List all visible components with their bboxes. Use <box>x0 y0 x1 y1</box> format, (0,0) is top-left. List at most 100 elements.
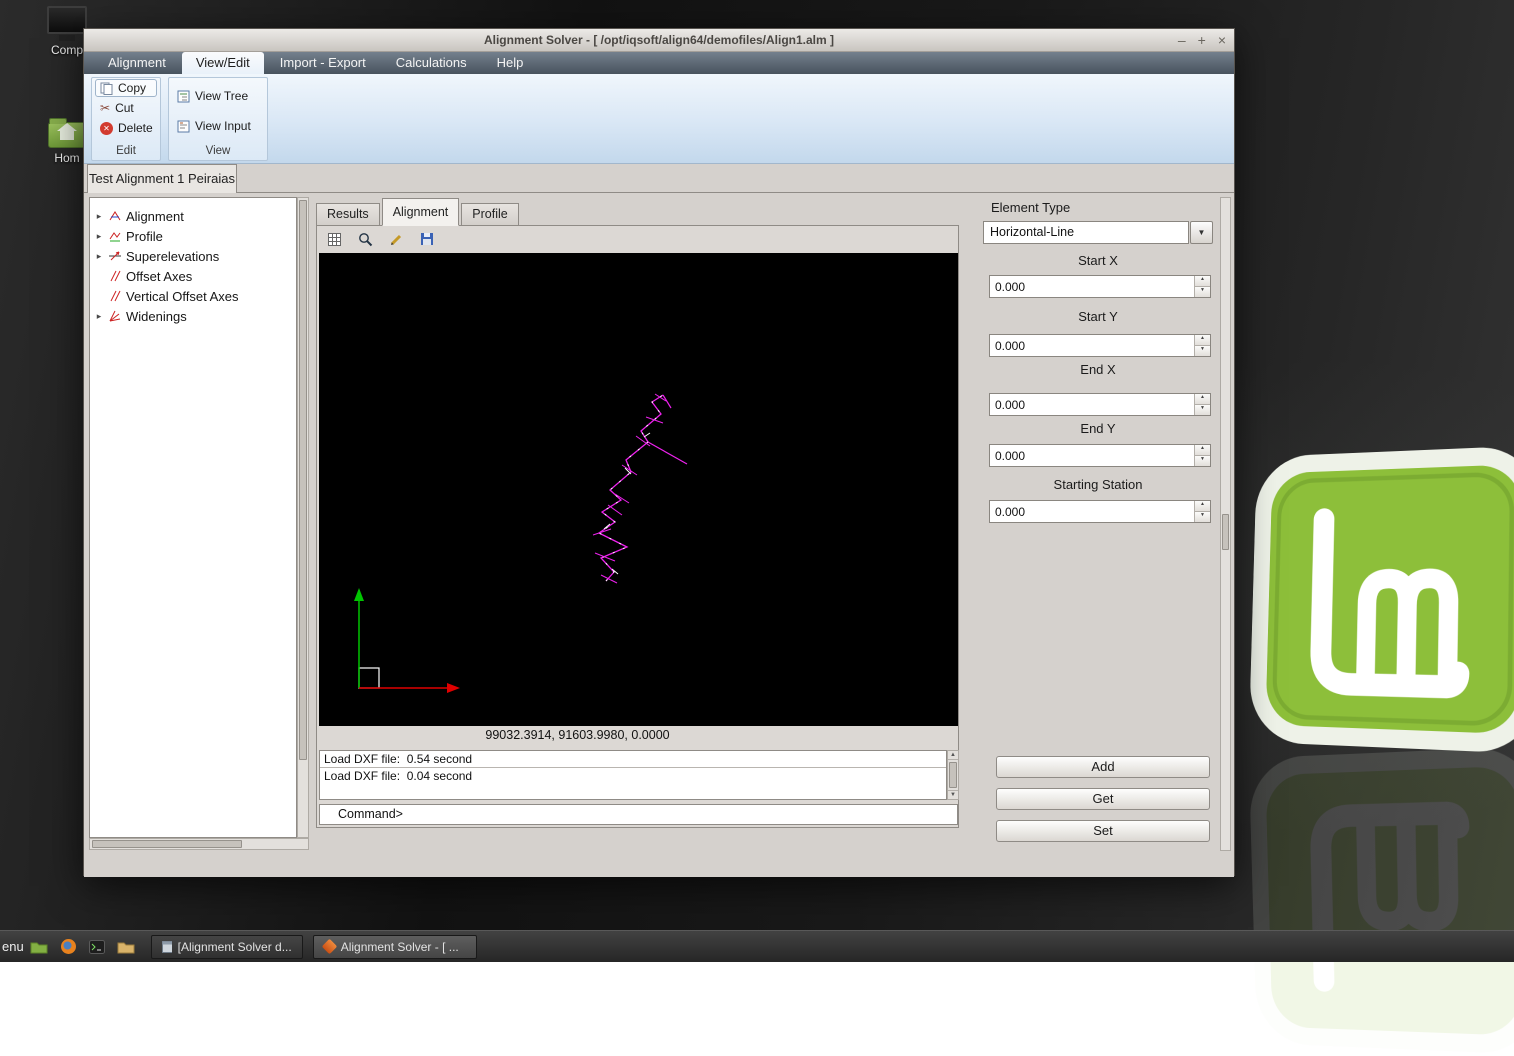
taskbar-window-1[interactable]: [Alignment Solver d... <box>151 935 303 959</box>
spin-up-icon[interactable]: ▲ <box>1195 445 1210 456</box>
menu-tab-import-export[interactable]: Import - Export <box>266 52 380 74</box>
end-y-field[interactable]: ▲▼ <box>989 444 1211 467</box>
scroll-up-icon[interactable]: ▲ <box>948 751 958 760</box>
get-button[interactable]: Get <box>996 788 1210 810</box>
firefox-icon[interactable] <box>60 938 77 955</box>
end-x-field[interactable]: ▲▼ <box>989 393 1211 416</box>
grid-button[interactable] <box>325 230 343 248</box>
spin-up-icon[interactable]: ▲ <box>1195 501 1210 512</box>
tree-vertical-scrollbar[interactable] <box>297 197 309 838</box>
start-y-spinner[interactable]: ▲▼ <box>1194 335 1210 356</box>
tree-item-profile[interactable]: ▸ Profile <box>90 226 296 246</box>
vertical-offset-axes-icon <box>108 289 122 303</box>
grid-icon <box>328 233 341 246</box>
taskbar-window-2[interactable]: Alignment Solver - [ ... <box>313 935 477 959</box>
end-y-spinner[interactable]: ▲▼ <box>1194 445 1210 466</box>
document-tab[interactable]: Test Alignment 1 Peiraias <box>87 164 237 193</box>
tree-item-vertical-offset-axes[interactable]: Vertical Offset Axes <box>90 286 296 306</box>
widenings-icon <box>108 309 122 323</box>
app-icon <box>321 939 337 955</box>
menu-tab-calculations[interactable]: Calculations <box>382 52 481 74</box>
files-icon[interactable] <box>117 940 135 954</box>
start-x-spinner[interactable]: ▲▼ <box>1194 276 1210 297</box>
expand-arrow-icon[interactable]: ▸ <box>94 211 104 222</box>
end-x-input[interactable] <box>990 394 1194 415</box>
spin-down-icon[interactable]: ▼ <box>1195 456 1210 466</box>
menu-tab-view-edit[interactable]: View/Edit <box>182 52 264 74</box>
expand-arrow-icon[interactable]: ▸ <box>94 231 104 242</box>
titlebar[interactable]: Alignment Solver - [ /opt/iqsoft/align64… <box>84 29 1234 52</box>
green-folder-icon[interactable] <box>30 940 48 954</box>
scroll-down-icon[interactable]: ▼ <box>948 790 958 799</box>
tab-profile[interactable]: Profile <box>461 203 518 226</box>
tree-item-label: Vertical Offset Axes <box>126 289 238 304</box>
tab-alignment[interactable]: Alignment <box>382 198 460 226</box>
command-input[interactable]: Command> <box>319 804 958 825</box>
maximize-button[interactable]: + <box>1198 29 1206 52</box>
drawing-canvas[interactable] <box>319 253 958 726</box>
start-x-label: Start X <box>983 253 1213 268</box>
starting-station-field[interactable]: ▲▼ <box>989 500 1211 523</box>
add-button[interactable]: Add <box>996 756 1210 778</box>
edit-button[interactable] <box>387 230 405 248</box>
expand-arrow-icon[interactable]: ▸ <box>94 251 104 262</box>
computer-icon-stand <box>59 35 75 41</box>
chevron-down-icon[interactable]: ▼ <box>1190 221 1213 244</box>
tree-item-superelevations[interactable]: ▸ Superelevations <box>90 246 296 266</box>
start-y-field[interactable]: ▲▼ <box>989 334 1211 357</box>
menu-button[interactable]: enu <box>0 939 30 954</box>
cut-button[interactable]: ✂ Cut <box>95 99 157 117</box>
menu-tab-alignment[interactable]: Alignment <box>94 52 180 74</box>
copy-button[interactable]: Copy <box>95 79 157 97</box>
scrollbar-thumb[interactable] <box>1222 514 1229 550</box>
set-button[interactable]: Set <box>996 820 1210 842</box>
spin-down-icon[interactable]: ▼ <box>1195 287 1210 297</box>
project-tree-panel: ▸ Alignment ▸ Profile ▸ Superelevations … <box>89 197 297 838</box>
scrollbar-thumb[interactable] <box>92 840 242 848</box>
viewer-toolbar <box>317 226 958 252</box>
tree-item-widenings[interactable]: ▸ Widenings <box>90 306 296 326</box>
taskbar-window-label: [Alignment Solver d... <box>178 940 292 954</box>
scrollbar-thumb[interactable] <box>949 762 957 788</box>
end-x-spinner[interactable]: ▲▼ <box>1194 394 1210 415</box>
start-x-input[interactable] <box>990 276 1194 297</box>
spin-down-icon[interactable]: ▼ <box>1195 512 1210 522</box>
expand-arrow-icon[interactable]: ▸ <box>94 311 104 322</box>
view-tree-button[interactable]: View Tree <box>172 87 264 105</box>
close-button[interactable]: × <box>1218 29 1226 52</box>
linux-mint-logo <box>1247 444 1514 756</box>
taskbar: enu [Alignment Solver d... Alignment Sol… <box>0 930 1514 962</box>
terminal-icon[interactable] <box>89 940 105 954</box>
copy-label: Copy <box>118 81 146 95</box>
spin-up-icon[interactable]: ▲ <box>1195 335 1210 346</box>
spin-down-icon[interactable]: ▼ <box>1195 405 1210 415</box>
tab-results[interactable]: Results <box>316 203 380 226</box>
starting-station-spinner[interactable]: ▲▼ <box>1194 501 1210 522</box>
save-button[interactable] <box>418 230 436 248</box>
floppy-disk-icon <box>420 232 434 246</box>
starting-station-input[interactable] <box>990 501 1194 522</box>
delete-button[interactable]: ✕ Delete <box>95 119 157 137</box>
tree-item-alignment[interactable]: ▸ Alignment <box>90 206 296 226</box>
zoom-button[interactable] <box>356 230 374 248</box>
desktop: Comp Hom Alignment Solver - [ /opt/iqsof… <box>0 0 1514 962</box>
scrollbar-thumb[interactable] <box>299 200 307 760</box>
minimize-button[interactable]: – <box>1178 29 1186 52</box>
end-y-input[interactable] <box>990 445 1194 466</box>
element-type-dropdown[interactable]: Horizontal-Line ▼ <box>983 221 1213 244</box>
end-y-label: End Y <box>983 421 1213 436</box>
start-x-field[interactable]: ▲▼ <box>989 275 1211 298</box>
tree-horizontal-scrollbar[interactable] <box>89 838 309 850</box>
menu-tab-help[interactable]: Help <box>483 52 538 74</box>
view-input-button[interactable]: View Input <box>172 117 264 135</box>
spin-down-icon[interactable]: ▼ <box>1195 346 1210 356</box>
start-y-input[interactable] <box>990 335 1194 356</box>
edit-group-label: Edit <box>92 143 160 160</box>
cut-label: Cut <box>115 101 134 115</box>
right-panel-scrollbar[interactable] <box>1220 197 1231 851</box>
spin-up-icon[interactable]: ▲ <box>1195 394 1210 405</box>
log-scrollbar[interactable]: ▲ ▼ <box>947 750 959 800</box>
spin-up-icon[interactable]: ▲ <box>1195 276 1210 287</box>
window-title: Alignment Solver - [ /opt/iqsoft/align64… <box>84 33 1234 47</box>
tree-item-offset-axes[interactable]: Offset Axes <box>90 266 296 286</box>
